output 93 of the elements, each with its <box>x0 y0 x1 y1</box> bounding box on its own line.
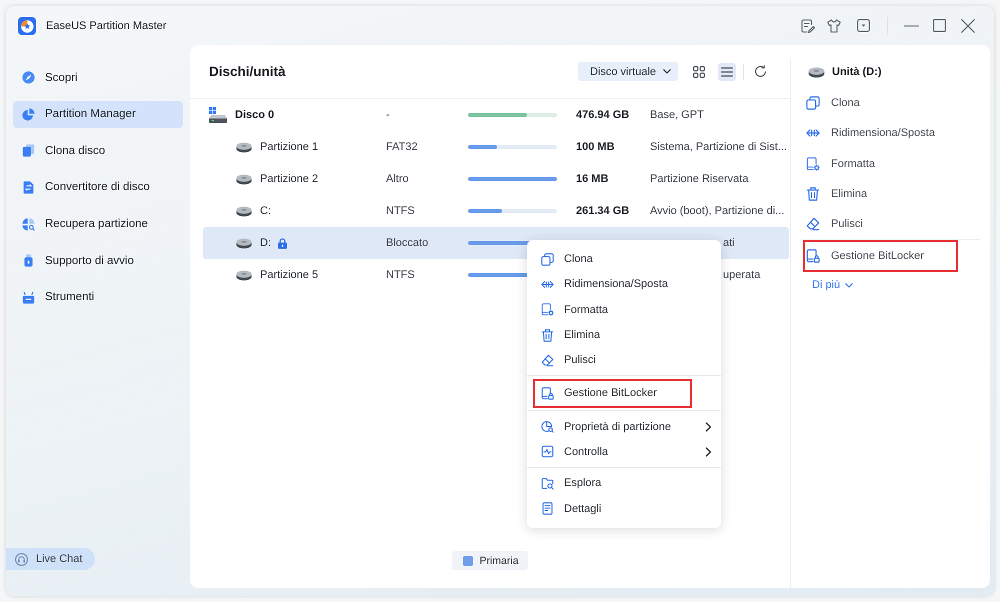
drive-lock-icon <box>806 249 820 264</box>
list-icon <box>721 66 733 76</box>
sidebar-item[interactable]: Scopri <box>13 64 183 91</box>
panel-title: Dischi/unità <box>209 64 286 79</box>
close-icon[interactable] <box>961 18 975 32</box>
pie-magnifier-icon <box>22 218 35 231</box>
sidebar-item[interactable]: Strumenti <box>13 284 183 311</box>
live-chat-button[interactable]: Live Chat <box>6 548 95 570</box>
copy-icon <box>22 144 35 158</box>
table-cell-text: 476.94 GB <box>576 109 630 121</box>
table-cell-text: Bloccato <box>386 237 430 249</box>
drive-title: Unità (D:) <box>832 66 882 78</box>
compass-icon <box>22 71 35 84</box>
folder-search-icon <box>541 476 554 490</box>
sidebar-item[interactable]: Partition Manager <box>13 100 183 128</box>
chevron-down-icon <box>663 69 671 74</box>
document-arrows-icon <box>22 180 35 194</box>
headset-icon <box>15 552 28 566</box>
note-pencil-icon[interactable] <box>801 18 815 32</box>
drive-lock-icon <box>541 386 554 400</box>
pie-magnifier-icon <box>541 420 554 434</box>
menu-item[interactable]: Pulisci <box>527 348 721 373</box>
disk-name: Partizione 2 <box>260 173 318 185</box>
action-item[interactable]: Formatta <box>791 148 990 179</box>
menu-item[interactable]: Proprietà di partizione <box>527 414 721 440</box>
disk-name: Partizione 1 <box>260 141 318 153</box>
table-cell-text: Avvio (boot), Partizione di... <box>650 205 786 217</box>
filter-dropdown[interactable]: Disco virtuale <box>578 62 678 81</box>
drive-gear-icon <box>541 303 554 316</box>
action-item[interactable]: Gestione BitLocker <box>803 240 958 272</box>
disk-icon <box>808 66 825 78</box>
eraser-icon <box>541 354 554 367</box>
action-item[interactable]: Elimina <box>791 178 990 210</box>
window-title: EaseUS Partition Master <box>46 20 166 32</box>
table-cell-text: 100 MB <box>576 141 616 153</box>
more-link[interactable]: Di più <box>791 272 854 298</box>
grid-icon <box>693 66 705 78</box>
action-item[interactable]: Pulisci <box>791 209 990 240</box>
menu-item[interactable]: Dettagli <box>527 496 721 522</box>
table-cell-text: Base, GPT <box>650 109 705 121</box>
menu-item[interactable]: Gestione BitLocker <box>533 378 692 408</box>
sidebar-item[interactable]: Recupera partizione <box>13 210 183 238</box>
minimize-icon[interactable] <box>904 24 919 26</box>
disk-icon <box>236 206 252 216</box>
menu-item[interactable]: Formatta <box>527 297 721 322</box>
table-cell: ati <box>723 237 735 249</box>
table-cell-text: NTFS <box>386 205 416 217</box>
menu-item[interactable]: Esplora <box>527 470 721 496</box>
disk-icon <box>236 142 252 152</box>
view-toggle[interactable] <box>718 62 736 80</box>
trash-icon <box>806 187 820 202</box>
disk-icon <box>236 270 252 280</box>
legend-label: Primaria <box>479 554 519 566</box>
maximize-icon[interactable] <box>933 19 946 32</box>
hard-drive-icon <box>209 107 227 123</box>
drive-gear-icon <box>806 156 820 171</box>
table-cell-text: NTFS <box>386 269 416 281</box>
copy-icon <box>541 252 554 266</box>
trash-icon <box>541 328 554 342</box>
shirt-icon[interactable] <box>827 18 841 32</box>
disk-name: D: <box>260 237 271 249</box>
menu-item[interactable]: Ridimensiona/Sposta <box>527 272 721 298</box>
pulse-monitor-icon <box>541 445 554 458</box>
disk-icon <box>236 174 252 184</box>
table-cell-text: 16 MB <box>576 173 610 185</box>
action-item[interactable]: Ridimensiona/Sposta <box>791 118 990 149</box>
copy-icon <box>806 96 820 110</box>
table-cell: uperata <box>723 269 760 281</box>
disk-name: Disco 0 <box>235 109 274 121</box>
table-cell-text: 261.34 GB <box>576 205 630 217</box>
pie-chart-icon <box>22 108 35 121</box>
sidebar-item[interactable]: Convertitore di disco <box>13 174 183 201</box>
menu-item[interactable]: Elimina <box>527 322 721 348</box>
app-logo-icon <box>18 16 36 34</box>
table-cell-text: Partizione Riservata <box>650 173 750 185</box>
chevron-down-icon <box>845 283 854 288</box>
table-cell-text: Altro <box>386 173 410 185</box>
usb-drive-icon <box>22 254 35 268</box>
square-caret-icon[interactable] <box>857 19 870 32</box>
sidebar-item[interactable]: Supporto di avvio <box>13 247 183 274</box>
toolbox-icon <box>22 290 35 304</box>
eraser-icon <box>806 217 820 232</box>
sidebar-item[interactable]: Clona disco <box>13 137 183 164</box>
menu-item[interactable]: Controlla <box>527 439 721 465</box>
document-icon <box>541 502 554 516</box>
disk-name: Partizione 5 <box>260 269 318 281</box>
table-cell-text: Sistema, Partizione di Sist... <box>650 141 788 153</box>
disk-name: C: <box>260 205 271 217</box>
table-cell-text: FAT32 <box>386 141 419 153</box>
action-item[interactable]: Clona <box>791 88 990 118</box>
table-cell-text: - <box>386 109 391 121</box>
refresh-icon[interactable] <box>754 65 767 78</box>
disk-icon <box>236 238 252 248</box>
